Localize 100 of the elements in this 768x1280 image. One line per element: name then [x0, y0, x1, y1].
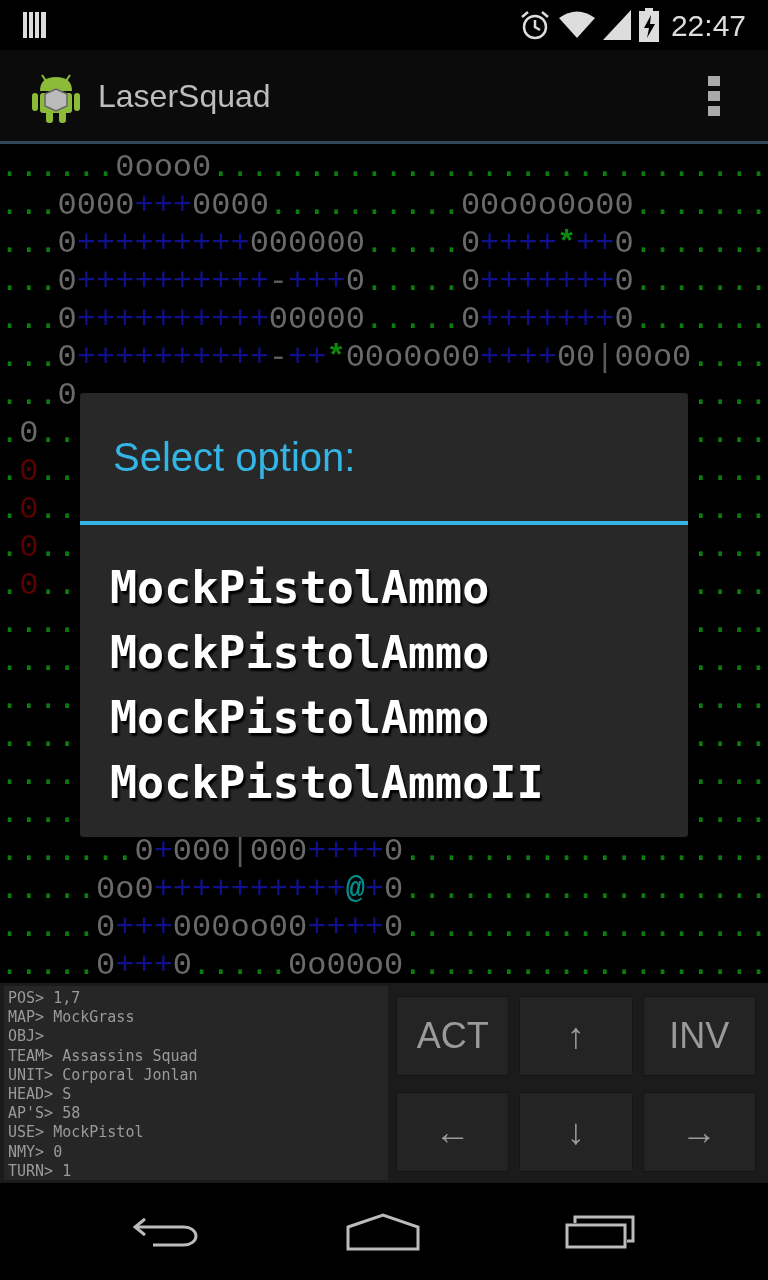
floor-glyphs: +++ [115, 909, 173, 947]
floor-glyphs: ++ [288, 339, 327, 377]
wall-glyphs: 0 [96, 909, 116, 947]
floor-glyphs: ++++++++++ [153, 871, 346, 909]
grass-dots: .... [691, 643, 768, 681]
wall-glyphs: 0 [57, 377, 77, 415]
control-button[interactable]: ↓ [519, 1092, 633, 1172]
grass-dots: . [0, 491, 20, 529]
wall-glyphs: 00 [556, 339, 596, 377]
floor-glyphs: + [153, 833, 173, 871]
info-line: HEAD> S [8, 1085, 73, 1105]
grass-dots: .... [691, 339, 768, 377]
grass-dots: .... [691, 719, 768, 757]
wifi-icon [558, 11, 595, 39]
wall-glyphs: 0 [384, 909, 404, 947]
wall-glyphs: 0o00o0 [288, 947, 404, 985]
control-button[interactable]: ← [396, 1092, 510, 1172]
home-icon[interactable] [346, 1212, 420, 1251]
floor-glyphs: ++++ [307, 833, 385, 871]
grass-dots: .. [38, 529, 77, 567]
grass-dots: ..... [0, 909, 96, 947]
wall-glyphs: 0 [460, 263, 481, 301]
wall-glyphs: 00000 [268, 301, 365, 339]
enemy-glyph: 0 [19, 453, 39, 491]
recent-apps-icon[interactable] [565, 1214, 636, 1249]
grass-dots: .... [0, 795, 77, 833]
grass-dots: .... [691, 529, 768, 567]
door-glyph: - [268, 263, 289, 301]
enemy-glyph: 0 [19, 529, 39, 567]
grass-dots: .... [0, 605, 77, 643]
grass-dots: ... [0, 263, 58, 301]
grass-dots: ..... [364, 225, 461, 263]
wall-glyphs: 0 [614, 263, 634, 301]
wall-glyphs: 0 [172, 947, 193, 985]
wall-glyphs: 0 [57, 301, 77, 339]
grass-dots: .. [38, 491, 77, 529]
enemy-glyph: 0 [19, 567, 39, 605]
wall-glyphs: 000 [249, 833, 308, 871]
control-button[interactable]: ACT [396, 996, 510, 1076]
floor-glyphs: +++++++ [480, 301, 615, 339]
grass-dots: .... [0, 719, 77, 757]
grass-dots: ... [0, 301, 58, 339]
grass-dots: .... [691, 453, 768, 491]
grass-dots: .... [0, 681, 77, 719]
floor-glyphs: +++ [115, 947, 173, 985]
floor-glyphs: +++++++++ [76, 225, 250, 263]
grass-dots: .... [691, 605, 768, 643]
floor-glyphs: +++++++ [480, 263, 615, 301]
grass-dots: ..... [364, 301, 461, 339]
wall-glyphs: 0 [614, 301, 634, 339]
grass-dots: .... [691, 567, 768, 605]
option-item[interactable]: MockPistolAmmo [110, 685, 688, 750]
grass-dots: ....... [633, 225, 768, 263]
info-line: TEAM> Assassins Squad [8, 1046, 199, 1066]
control-button[interactable]: → [642, 1092, 756, 1172]
control-button[interactable]: ↑ [519, 996, 633, 1076]
info-line: UNIT> Corporal Jonlan [8, 1065, 199, 1085]
wall-glyphs: 0 [57, 263, 77, 301]
grass-dots: ....... [633, 301, 768, 339]
clock-time: 22:47 [670, 7, 746, 44]
dialog-title: Select option: [113, 434, 356, 481]
option-item[interactable]: MockPistolAmmoII [110, 750, 688, 815]
bars-icon [22, 11, 48, 39]
grass-dots: ................... [403, 909, 768, 947]
grass-dots: ....... [0, 833, 135, 871]
app-title: LaserSquad [98, 76, 271, 116]
wall-glyphs: 0000 [57, 187, 135, 225]
grass-dots: .... [691, 757, 768, 795]
wall-glyphs: 0 [19, 415, 39, 453]
floor-glyphs: ++++++++++ [76, 339, 269, 377]
more-icon[interactable] [708, 75, 720, 116]
signal-icon [602, 10, 631, 40]
floor-glyphs: +++ [134, 187, 193, 225]
info-line: AP'S> 58 [8, 1104, 82, 1124]
wall-glyphs: 000oo00 [172, 909, 308, 947]
option-item[interactable]: MockPistolAmmo [110, 620, 688, 685]
grass-dots: . [0, 529, 20, 567]
option-item[interactable]: MockPistolAmmo [110, 555, 688, 620]
wall-glyphs: 0 [345, 263, 365, 301]
wall-glyphs: 0 [460, 301, 481, 339]
grass-dots: ..... [364, 263, 461, 301]
door-glyph: - [268, 339, 289, 377]
grass-dots: ...... [0, 149, 116, 187]
floor-glyphs: +++ [288, 263, 346, 301]
wall-glyphs: 000000 [249, 225, 365, 263]
wall-glyphs: 0 [134, 833, 154, 871]
grass-dots: .... [691, 491, 768, 529]
floor-glyphs: ++++ [480, 339, 557, 377]
control-button[interactable]: INV [642, 996, 756, 1076]
grass-dots: ..... [0, 947, 96, 985]
wall-glyphs: 00o0o0o00 [460, 187, 634, 225]
grass-dots: .... [691, 681, 768, 719]
floor-glyphs: ++++++++++ [76, 263, 269, 301]
door-glyph: | [230, 833, 250, 871]
grass-dots: .... [691, 795, 768, 833]
battery-charging-icon [638, 8, 659, 42]
wall-glyphs: 0 [57, 339, 77, 377]
grass-dots: ..... [0, 871, 96, 909]
grass-dots: .. [38, 415, 77, 453]
info-line: MAP> MockGrass [8, 1008, 136, 1028]
